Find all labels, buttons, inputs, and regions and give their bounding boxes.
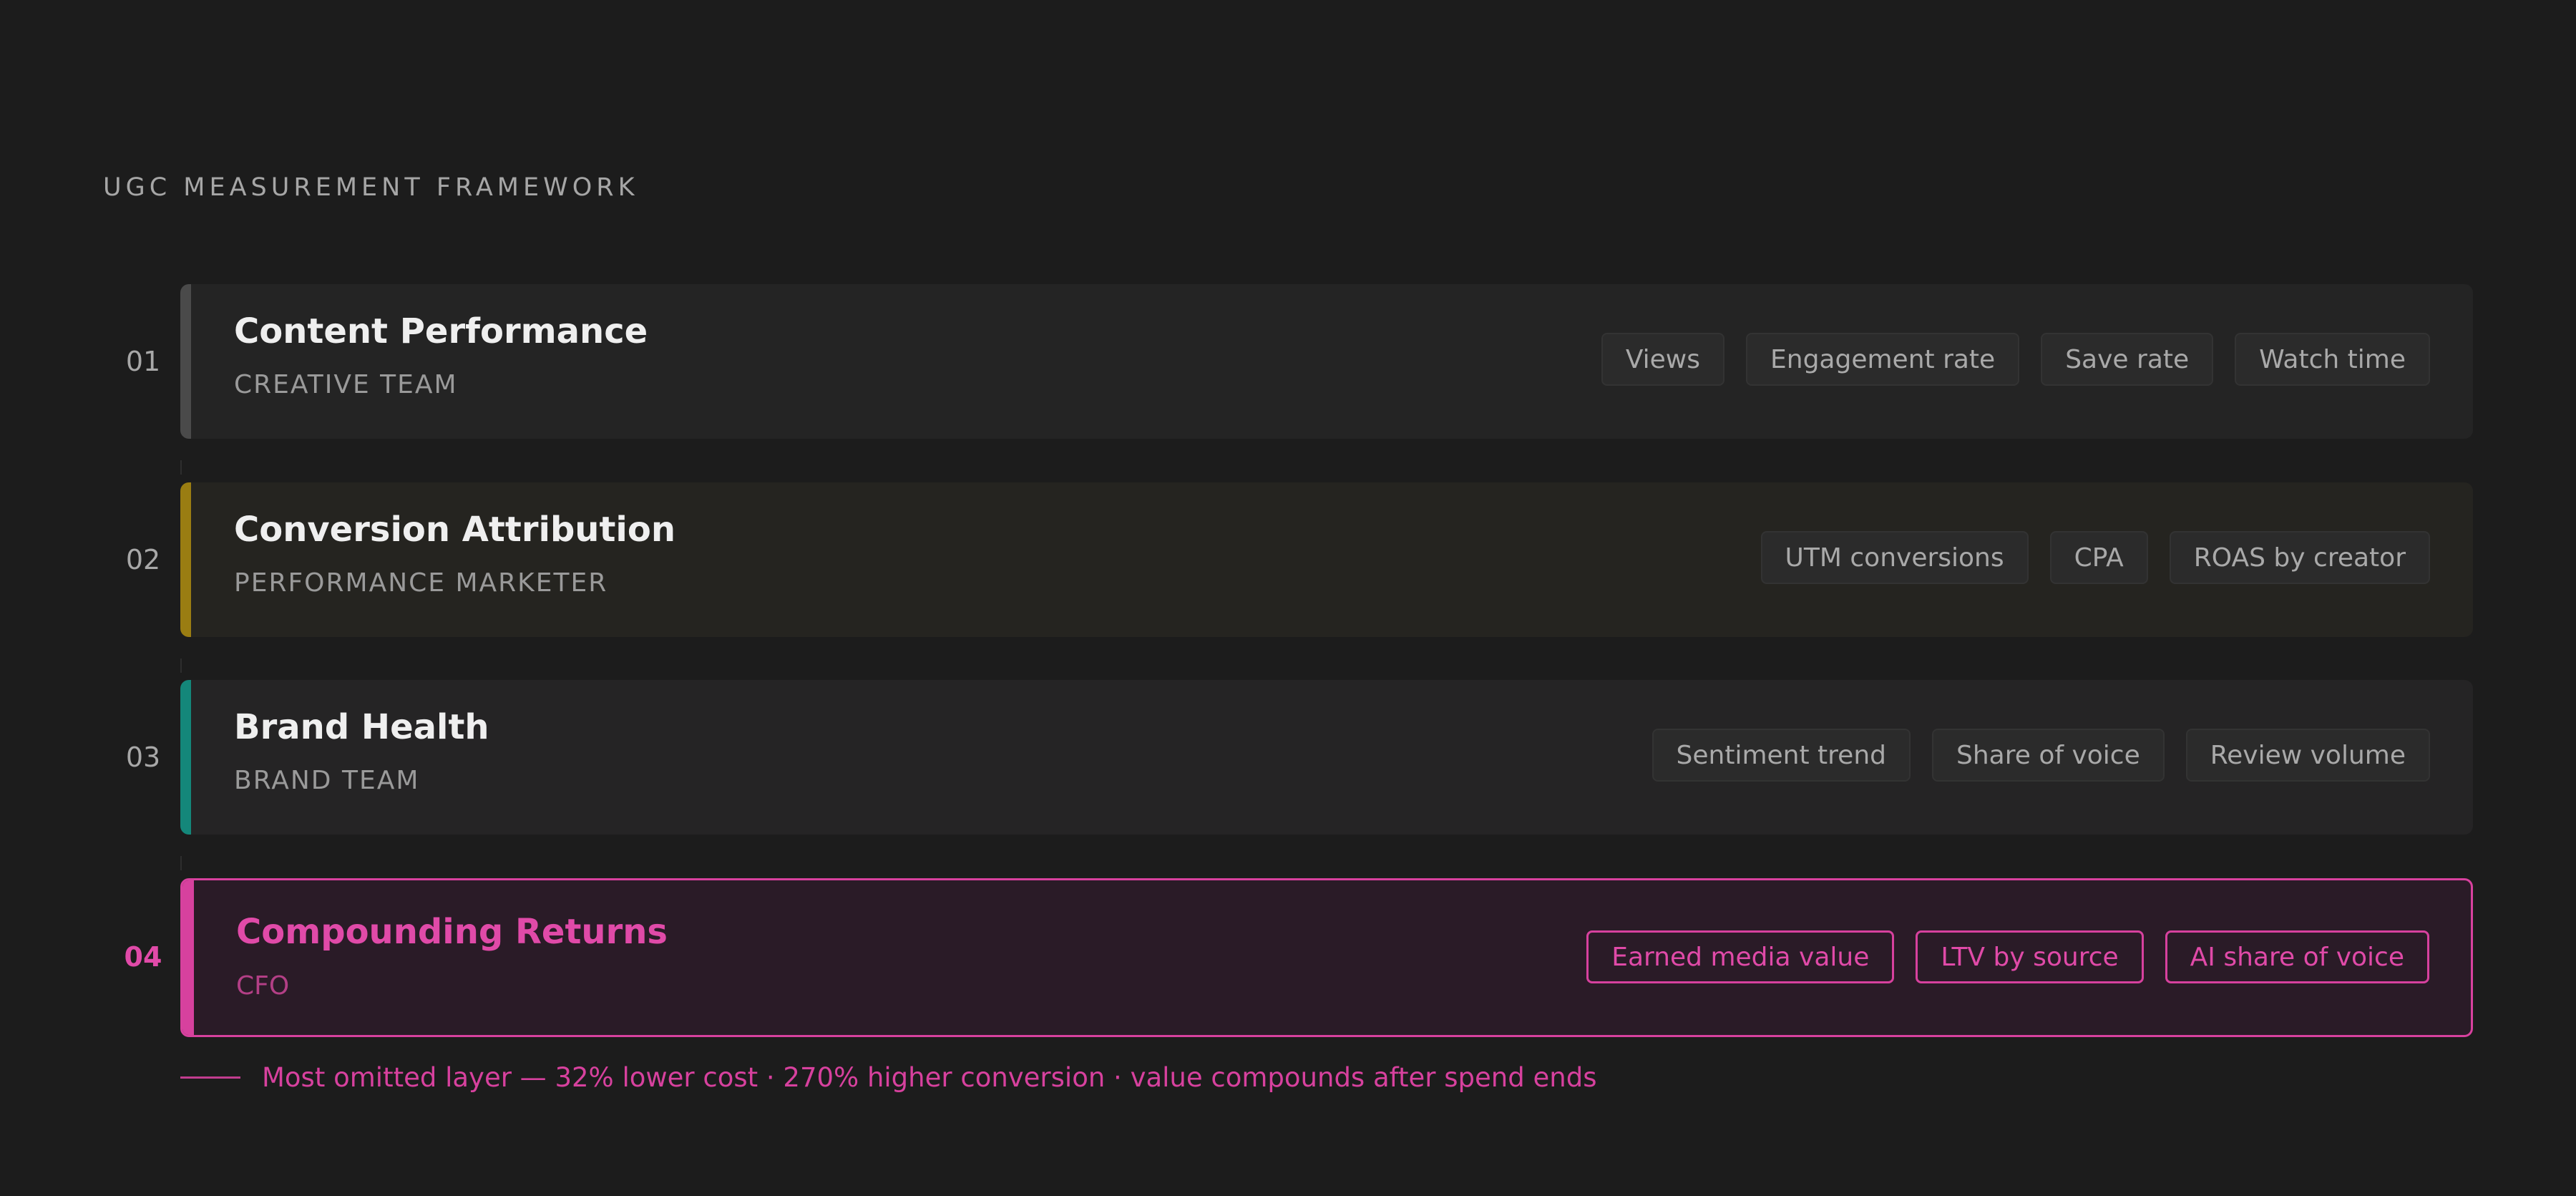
metric-chip: Share of voice — [1931, 729, 2165, 782]
metric-chip: Engagement rate — [1746, 333, 2020, 386]
layer-number: 03 — [125, 742, 161, 773]
layer-owner: BRAND TEAM — [234, 766, 420, 795]
layer-connector — [180, 658, 182, 673]
layer-title: Content Performance — [234, 311, 648, 351]
layer-row-conversion-attribution: 02 Conversion Attribution PERFORMANCE MA… — [0, 482, 2576, 637]
metric-chip: Earned media value — [1586, 930, 1895, 983]
layer-card: Brand Health BRAND TEAM Sentiment trend … — [180, 680, 2473, 835]
metric-chip: Review volume — [2185, 729, 2430, 782]
metric-chip: UTM conversions — [1760, 531, 2029, 584]
footnote-text: Most omitted layer — 32% lower cost · 27… — [262, 1061, 1597, 1093]
layer-number: 01 — [125, 346, 161, 377]
layer-accent-bar — [180, 284, 191, 439]
metric-list: UTM conversions CPA ROAS by creator — [1760, 531, 2430, 584]
metric-chip: ROAS by creator — [2169, 531, 2430, 584]
layer-accent-bar — [180, 680, 191, 835]
layer-connector — [180, 460, 182, 475]
footnote-line — [180, 1076, 240, 1079]
metric-chip: Watch time — [2235, 333, 2430, 386]
layer-title: Brand Health — [234, 707, 489, 747]
metric-chip: CPA — [2049, 531, 2148, 584]
metric-list: Sentiment trend Share of voice Review vo… — [1652, 729, 2430, 782]
metric-list: Views Engagement rate Save rate Watch ti… — [1601, 333, 2430, 386]
layer-owner: PERFORMANCE MARKETER — [234, 568, 608, 598]
layer-owner: CREATIVE TEAM — [234, 370, 458, 399]
metric-chip: LTV by source — [1916, 930, 2144, 983]
metric-chip: Sentiment trend — [1652, 729, 1911, 782]
layer-accent-bar — [182, 880, 194, 1035]
layer-number: 04 — [124, 941, 162, 973]
layer-row-brand-health: 03 Brand Health BRAND TEAM Sentiment tre… — [0, 680, 2576, 835]
metric-list: Earned media value LTV by source AI shar… — [1586, 930, 2429, 983]
layer-connector — [180, 856, 182, 870]
layer-number: 02 — [125, 544, 161, 575]
layer-row-content-performance: 01 Content Performance CREATIVE TEAM Vie… — [0, 284, 2576, 439]
metric-chip: Save rate — [2041, 333, 2214, 386]
metric-chip: Views — [1601, 333, 1724, 386]
footnote: Most omitted layer — 32% lower cost · 27… — [180, 1059, 1596, 1095]
layer-title: Conversion Attribution — [234, 510, 676, 550]
layer-card-highlighted: Compounding Returns CFO Earned media val… — [180, 878, 2473, 1037]
layer-accent-bar — [180, 482, 191, 637]
layer-title: Compounding Returns — [236, 912, 668, 952]
layer-card: Content Performance CREATIVE TEAM Views … — [180, 284, 2473, 439]
layer-card: Conversion Attribution PERFORMANCE MARKE… — [180, 482, 2473, 637]
layer-owner: CFO — [236, 971, 290, 1001]
layer-row-compounding-returns: 04 Compounding Returns CFO Earned media … — [0, 878, 2576, 1037]
metric-chip: AI share of voice — [2165, 930, 2429, 983]
framework-title: UGC MEASUREMENT FRAMEWORK — [103, 173, 639, 202]
